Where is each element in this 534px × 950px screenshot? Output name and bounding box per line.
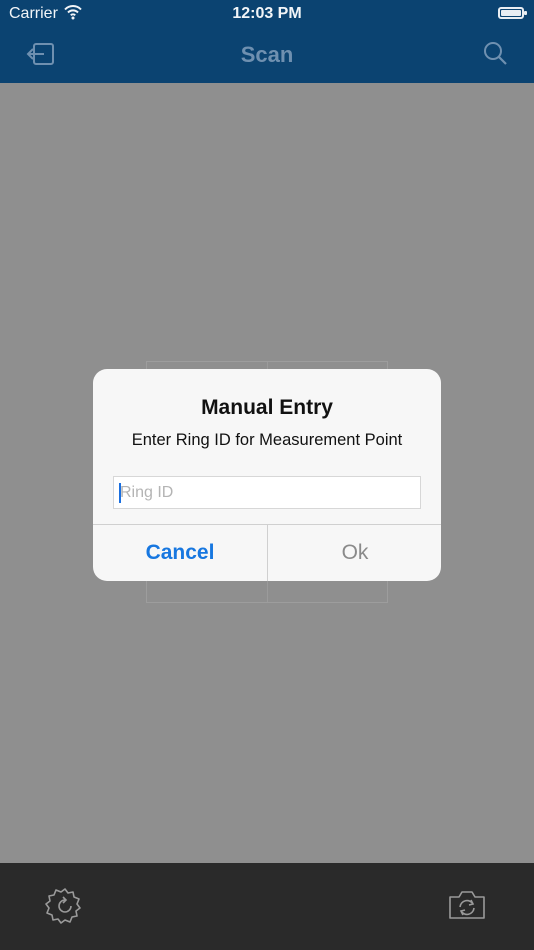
ok-button[interactable]: Ok	[268, 525, 441, 581]
battery-icon	[498, 7, 527, 19]
status-time: 12:03 PM	[232, 5, 302, 22]
dialog-message: Enter Ring ID for Measurement Point	[131, 431, 403, 449]
bottom-toolbar	[0, 863, 534, 950]
settings-refresh-icon[interactable]	[45, 886, 85, 926]
ring-id-input[interactable]	[113, 476, 421, 509]
dialog-title: Manual Entry	[201, 396, 333, 419]
search-icon[interactable]	[482, 40, 508, 68]
text-caret	[119, 483, 121, 503]
cancel-button[interactable]: Cancel	[93, 525, 267, 581]
nav-bar: Scan	[0, 28, 534, 83]
camera-switch-icon[interactable]	[447, 888, 487, 922]
status-bar: Carrier 12:03 PM	[0, 0, 534, 28]
manual-entry-dialog: Manual Entry Enter Ring ID for Measureme…	[93, 369, 441, 581]
top-bar: Carrier 12:03 PM Scan	[0, 0, 534, 83]
page-title: Scan	[240, 42, 294, 67]
